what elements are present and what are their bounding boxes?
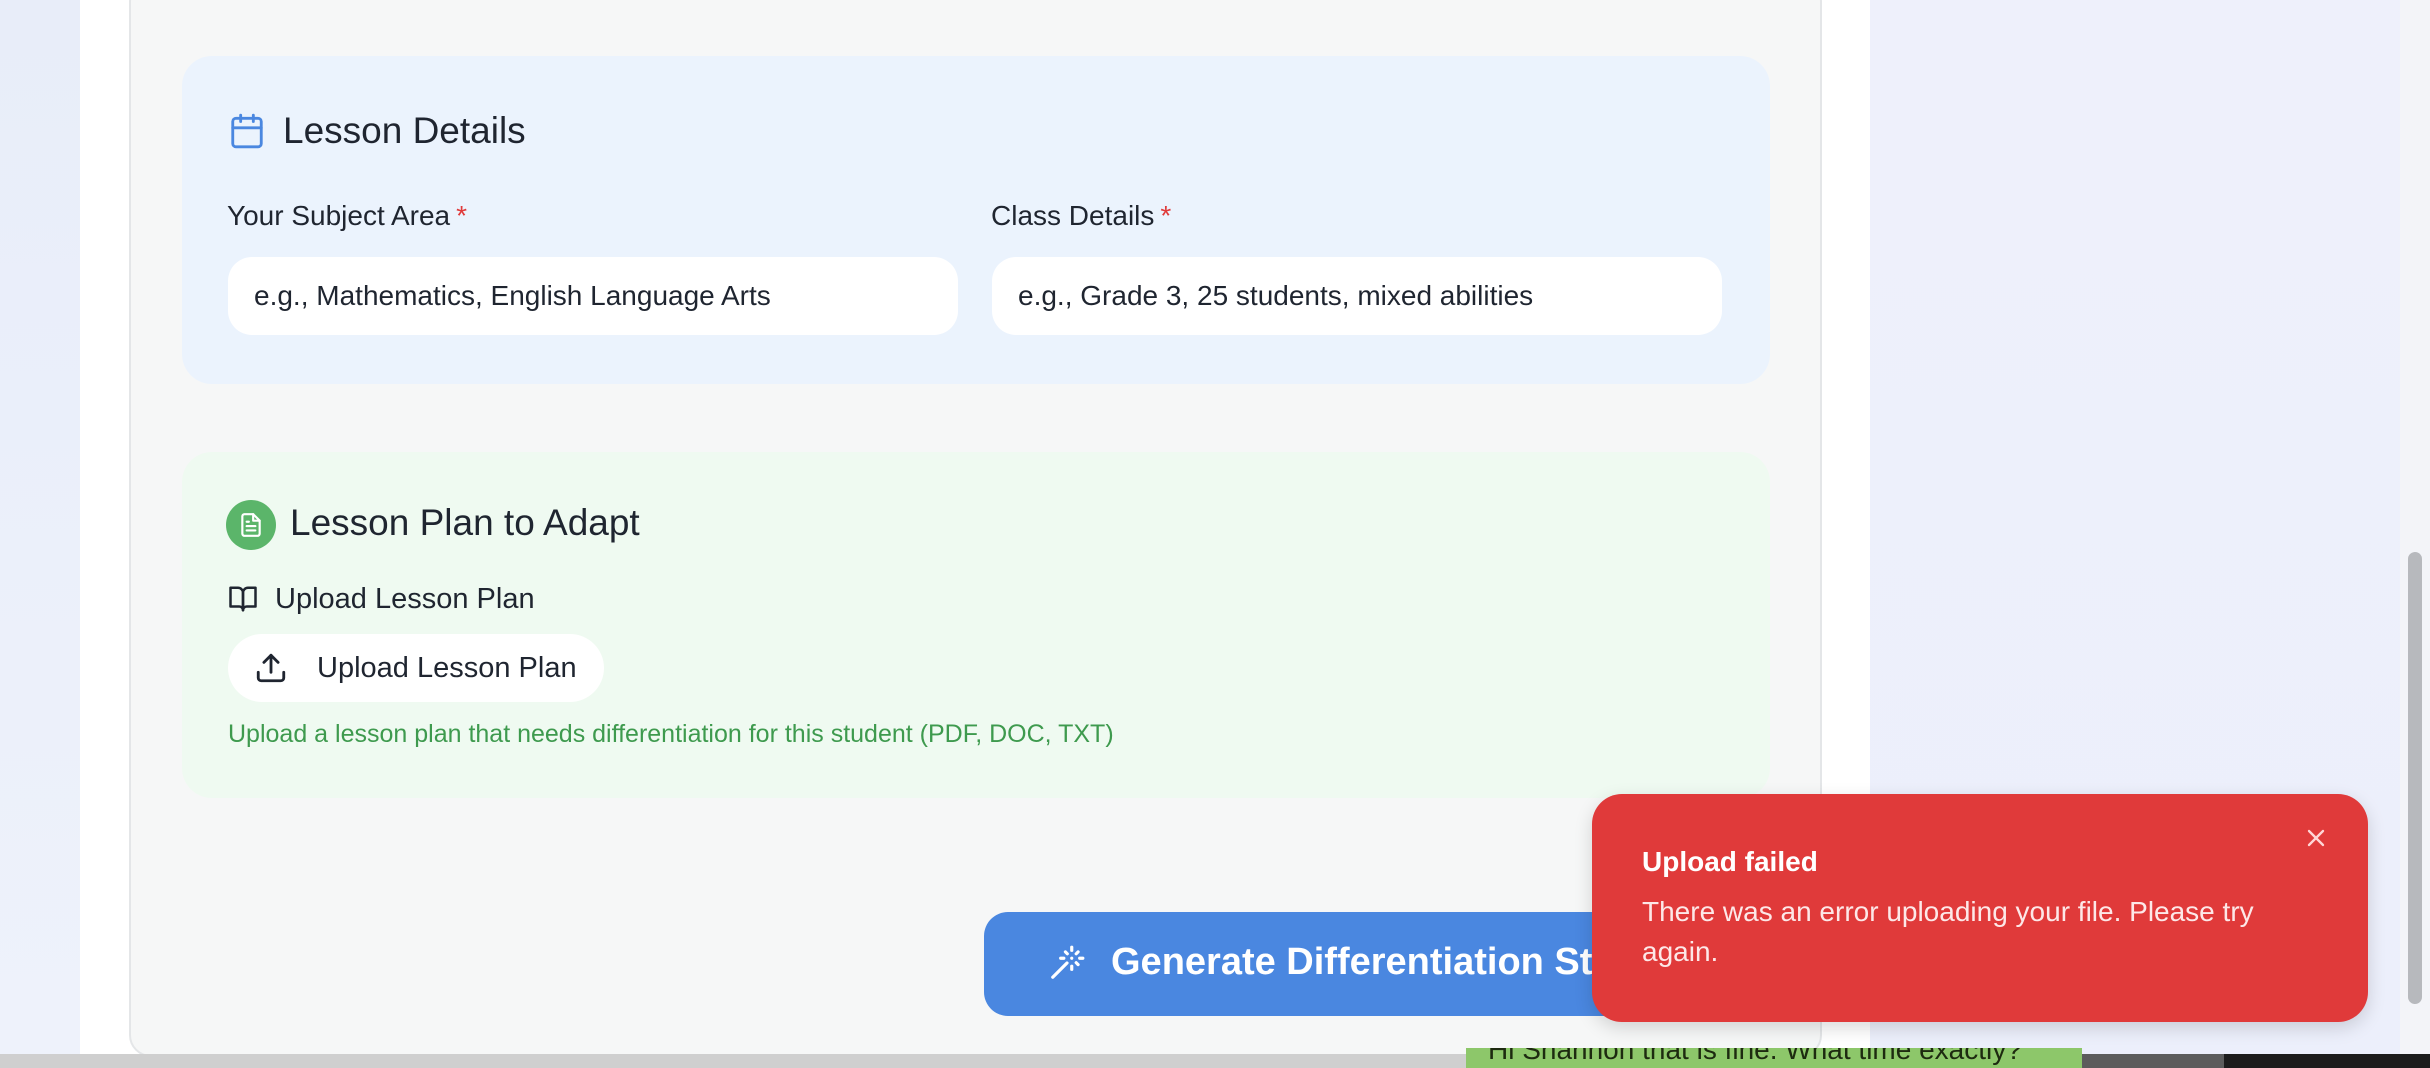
scrollbar-thumb[interactable] — [2408, 552, 2422, 1004]
upload-lesson-plan-label: Upload Lesson Plan — [275, 583, 535, 615]
lesson-details-title: Lesson Details — [283, 110, 526, 151]
subject-area-input[interactable] — [228, 257, 958, 335]
background-window-strip-light — [0, 1054, 1470, 1068]
background-chat-message: Hi Shannon that is fine. What time exact… — [1466, 1048, 2082, 1068]
subject-area-label-text: Your Subject Area — [227, 200, 451, 231]
magic-wand-icon — [1051, 945, 1085, 979]
background-chat-text: Hi Shannon that is fine. What time exact… — [1488, 1048, 2022, 1065]
calendar-icon — [231, 113, 263, 149]
upload-hint-text: Upload a lesson plan that needs differen… — [228, 720, 1114, 748]
upload-icon — [256, 653, 286, 683]
required-marker: * — [456, 200, 468, 231]
subject-area-label: Your Subject Area * — [227, 200, 467, 232]
generate-differentiation-button[interactable]: Generate Differentiation Stra — [984, 912, 1684, 1016]
class-details-label-text: Class Details — [991, 200, 1155, 231]
class-details-input[interactable] — [992, 257, 1722, 335]
lesson-plan-title: Lesson Plan to Adapt — [290, 502, 640, 543]
close-icon[interactable] — [2302, 824, 2330, 852]
required-marker: * — [1160, 200, 1172, 231]
background-window-dark — [2224, 1054, 2430, 1068]
error-toast: Upload failed There was an error uploadi… — [1592, 794, 2368, 1022]
toast-message: There was an error uploading your file. … — [1642, 896, 2254, 967]
upload-button-label: Upload Lesson Plan — [317, 652, 577, 684]
generate-button-label: Generate Differentiation Stra — [1111, 941, 1629, 983]
document-icon — [226, 500, 276, 550]
toast-title: Upload failed — [1642, 846, 1818, 877]
class-details-label: Class Details * — [991, 200, 1171, 232]
upload-lesson-plan-button[interactable]: Upload Lesson Plan — [228, 634, 604, 702]
page-background-left — [0, 0, 80, 1068]
book-open-icon — [229, 586, 257, 612]
